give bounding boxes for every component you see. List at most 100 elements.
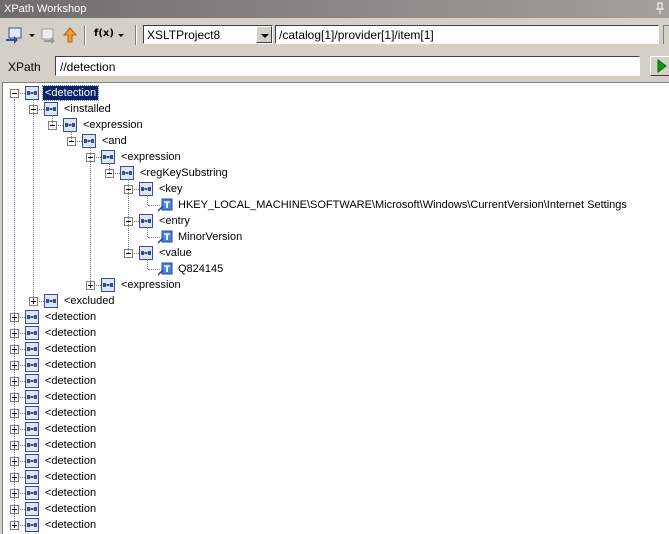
refresh-button[interactable] <box>38 24 58 46</box>
tree-node-label[interactable]: <detection <box>43 422 98 436</box>
tree-node-label[interactable]: <expression <box>81 118 145 132</box>
tree-row[interactable]: <detection <box>3 469 669 485</box>
tree-node-label[interactable]: <detection <box>43 454 98 468</box>
window-title: XPath Workshop <box>4 3 87 15</box>
tree-connector <box>147 227 148 237</box>
tree-connector <box>109 163 110 173</box>
xpath-input[interactable]: //detection <box>55 56 640 76</box>
tree-node-label[interactable]: <detection <box>43 374 98 388</box>
element-node-icon <box>25 486 39 500</box>
tree-node-label[interactable]: <detection <box>43 486 98 500</box>
element-node-icon <box>25 422 39 436</box>
tree-node-label[interactable]: <detection <box>43 518 98 532</box>
tree-node-label[interactable]: <expression <box>119 150 183 164</box>
tree-row[interactable]: <entry <box>3 213 669 229</box>
function-icon: f(x) <box>94 28 114 39</box>
tree-node-label[interactable]: <key <box>157 182 185 196</box>
toolbar-separator <box>135 25 137 45</box>
tree-row[interactable]: <expression <box>3 277 669 293</box>
tree-node-label[interactable]: <detection <box>43 326 98 340</box>
tree-row[interactable]: <detection <box>3 325 669 341</box>
toolbar: f(x) XSLTProject8 /catalog[1]/provider[1… <box>0 18 669 52</box>
collapse-toggle[interactable] <box>10 89 19 98</box>
pin-icon[interactable] <box>655 2 665 15</box>
tree-row[interactable]: <expression <box>3 117 669 133</box>
tree-node-label[interactable]: <excluded <box>62 294 116 308</box>
run-xpath-button[interactable] <box>650 56 669 76</box>
element-node-icon <box>25 310 39 324</box>
tree-node-label[interactable]: <detection <box>43 310 98 324</box>
project-select-value: XSLTProject8 <box>147 28 221 42</box>
element-node-icon <box>139 246 153 260</box>
tree-node-label[interactable]: <regKeySubstring <box>138 166 230 180</box>
tree-row[interactable]: T Q824145 <box>3 261 669 277</box>
tree-connector <box>147 259 148 269</box>
element-node-icon <box>25 406 39 420</box>
element-node-icon <box>139 182 153 196</box>
tree-connector <box>14 99 15 525</box>
xpath-label: XPath <box>8 60 41 74</box>
tree-row[interactable]: <value <box>3 245 669 261</box>
tree-row[interactable]: <detection <box>3 389 669 405</box>
project-dropdown-button[interactable] <box>256 26 272 43</box>
tree-row[interactable]: <detection <box>3 501 669 517</box>
tree-node-label[interactable]: <and <box>100 134 129 148</box>
tree-node-label[interactable]: <entry <box>157 214 192 228</box>
tree-row[interactable]: <detection <box>3 485 669 501</box>
element-node-icon <box>101 278 115 292</box>
element-node-icon <box>25 326 39 340</box>
function-button[interactable]: f(x) <box>92 24 128 46</box>
ns-swap-icon <box>6 27 22 44</box>
element-node-icon <box>25 518 39 532</box>
tree-row[interactable]: <installed <box>3 101 669 117</box>
tree-row[interactable]: <detection <box>3 437 669 453</box>
tree-row[interactable]: <detection <box>3 373 669 389</box>
tree-row[interactable]: <regKeySubstring <box>3 165 669 181</box>
context-path-field[interactable]: /catalog[1]/provider[1]/item[1] <box>275 25 659 44</box>
tree-row[interactable]: <expression <box>3 149 669 165</box>
namespace-button[interactable] <box>3 24 27 46</box>
tree-row[interactable]: <detection <box>3 405 669 421</box>
tree-row[interactable]: <and <box>3 133 669 149</box>
project-select[interactable]: XSLTProject8 <box>143 25 273 44</box>
tree-node-label[interactable]: <detection <box>43 470 98 484</box>
element-node-icon <box>25 470 39 484</box>
tree-node-label[interactable]: <expression <box>119 278 183 292</box>
tree-node-label[interactable]: <detection <box>43 406 98 420</box>
tree-node-label[interactable]: <value <box>157 246 194 260</box>
tree-row[interactable]: <detection <box>3 517 669 533</box>
xpath-input-value: //detection <box>60 60 116 74</box>
tree-node-label[interactable]: <detection <box>43 438 98 452</box>
tree-row[interactable]: <detection <box>3 357 669 373</box>
tree-node-label[interactable]: <detection <box>43 342 98 356</box>
tree-row[interactable]: T HKEY_LOCAL_MACHINE\SOFTWARE\Microsoft\W… <box>3 197 669 213</box>
tree-node-label[interactable]: <detection <box>43 390 98 404</box>
tree-node-label[interactable]: <detection <box>41 85 100 101</box>
tree-node-label[interactable]: MinorVersion <box>176 230 244 244</box>
tree-connector <box>90 147 91 285</box>
tree-row[interactable]: <detection <box>3 453 669 469</box>
tree-row[interactable]: <detection <box>3 85 669 101</box>
text-node-icon: T <box>157 262 173 276</box>
toolbar-separator <box>84 25 86 45</box>
result-tree[interactable]: <detection <installed <expression <and <expr… <box>2 82 669 534</box>
tree-row[interactable]: <key <box>3 181 669 197</box>
window-title-bar: XPath Workshop <box>0 0 669 18</box>
context-path-value: /catalog[1]/provider[1]/item[1] <box>279 28 434 42</box>
tree-connector <box>128 179 129 253</box>
tree-node-label[interactable]: <installed <box>62 102 113 116</box>
tree-row[interactable]: T MinorVersion <box>3 229 669 245</box>
tree-row[interactable]: <detection <box>3 341 669 357</box>
svg-text:T: T <box>164 265 171 275</box>
play-icon <box>657 59 667 73</box>
tree-node-label[interactable]: HKEY_LOCAL_MACHINE\SOFTWARE\Microsoft\Wi… <box>176 198 629 212</box>
chevron-down-icon[interactable] <box>29 34 35 37</box>
tree-node-label[interactable]: Q824145 <box>176 262 225 276</box>
tree-row[interactable]: <excluded <box>3 293 669 309</box>
parent-button[interactable] <box>61 24 79 46</box>
tree-node-label[interactable]: <detection <box>43 358 98 372</box>
tree-row[interactable]: <detection <box>3 309 669 325</box>
tree-node-label[interactable]: <detection <box>43 502 98 516</box>
toolbar-overflow <box>663 25 669 44</box>
tree-row[interactable]: <detection <box>3 421 669 437</box>
